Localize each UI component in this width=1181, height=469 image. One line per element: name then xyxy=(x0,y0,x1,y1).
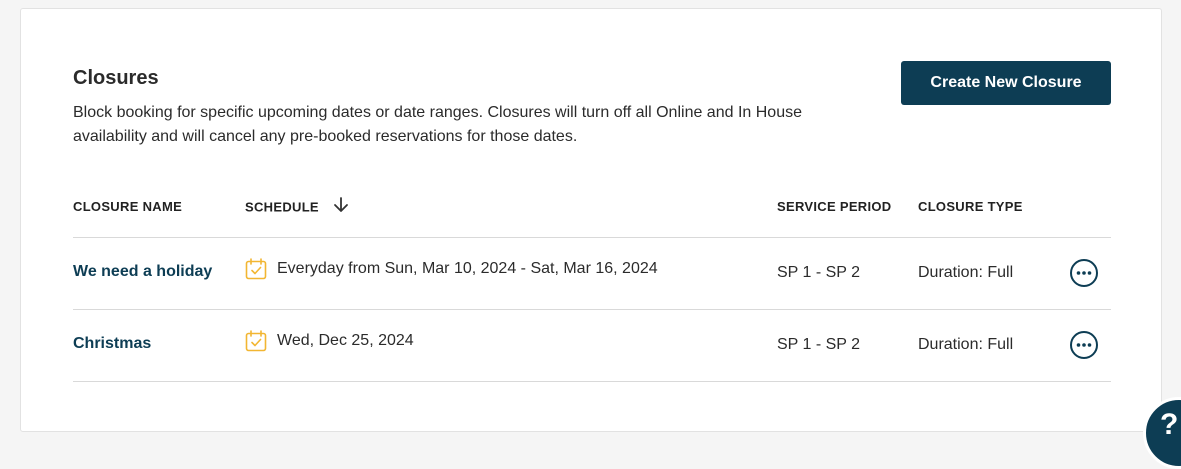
more-horizontal-icon xyxy=(1072,271,1096,288)
closure-type-text: Duration: Full xyxy=(918,336,1014,353)
service-period-text: SP 1 - SP 2 xyxy=(777,264,861,281)
schedule-text: Wed, Dec 25, 2024 xyxy=(277,332,414,349)
closure-name-link[interactable]: Christmas xyxy=(73,335,151,353)
column-header-closure-name: CLOSURE NAME xyxy=(73,199,183,214)
table-header: CLOSURE NAME SCHEDULE SERVICE PERIOD CLO… xyxy=(73,197,1111,238)
service-period-text: SP 1 - SP 2 xyxy=(777,336,861,353)
schedule-text: Everyday from Sun, Mar 10, 2024 - Sat, M… xyxy=(277,260,658,277)
closure-type-text: Duration: Full xyxy=(918,264,1014,281)
section-description: Block booking for specific upcoming date… xyxy=(73,104,802,145)
table-row: Christmas Wed, Dec 25, 2024 SP 1 - SP 2 … xyxy=(73,310,1111,382)
column-header-closure-type: CLOSURE TYPE xyxy=(918,199,1023,214)
help-icon: ? xyxy=(1160,408,1179,441)
column-header-schedule-label: SCHEDULE xyxy=(245,199,319,215)
more-horizontal-icon xyxy=(1072,343,1096,360)
arrow-down-icon[interactable] xyxy=(333,196,349,217)
column-header-service-period: SERVICE PERIOD xyxy=(777,199,892,214)
column-header-schedule[interactable]: SCHEDULE xyxy=(245,196,349,217)
row-actions-button[interactable] xyxy=(1070,331,1098,359)
closure-name-link[interactable]: We need a holiday xyxy=(73,263,212,281)
create-new-closure-button[interactable]: Create New Closure xyxy=(901,61,1111,105)
closures-card: Closures Block booking for specific upco… xyxy=(20,8,1162,432)
calendar-check-icon xyxy=(245,330,267,352)
table-row: We need a holiday Everyday from Sun, Mar… xyxy=(73,238,1111,310)
calendar-check-icon xyxy=(245,258,267,280)
row-actions-button[interactable] xyxy=(1070,259,1098,287)
page-title: Closures xyxy=(73,67,159,89)
